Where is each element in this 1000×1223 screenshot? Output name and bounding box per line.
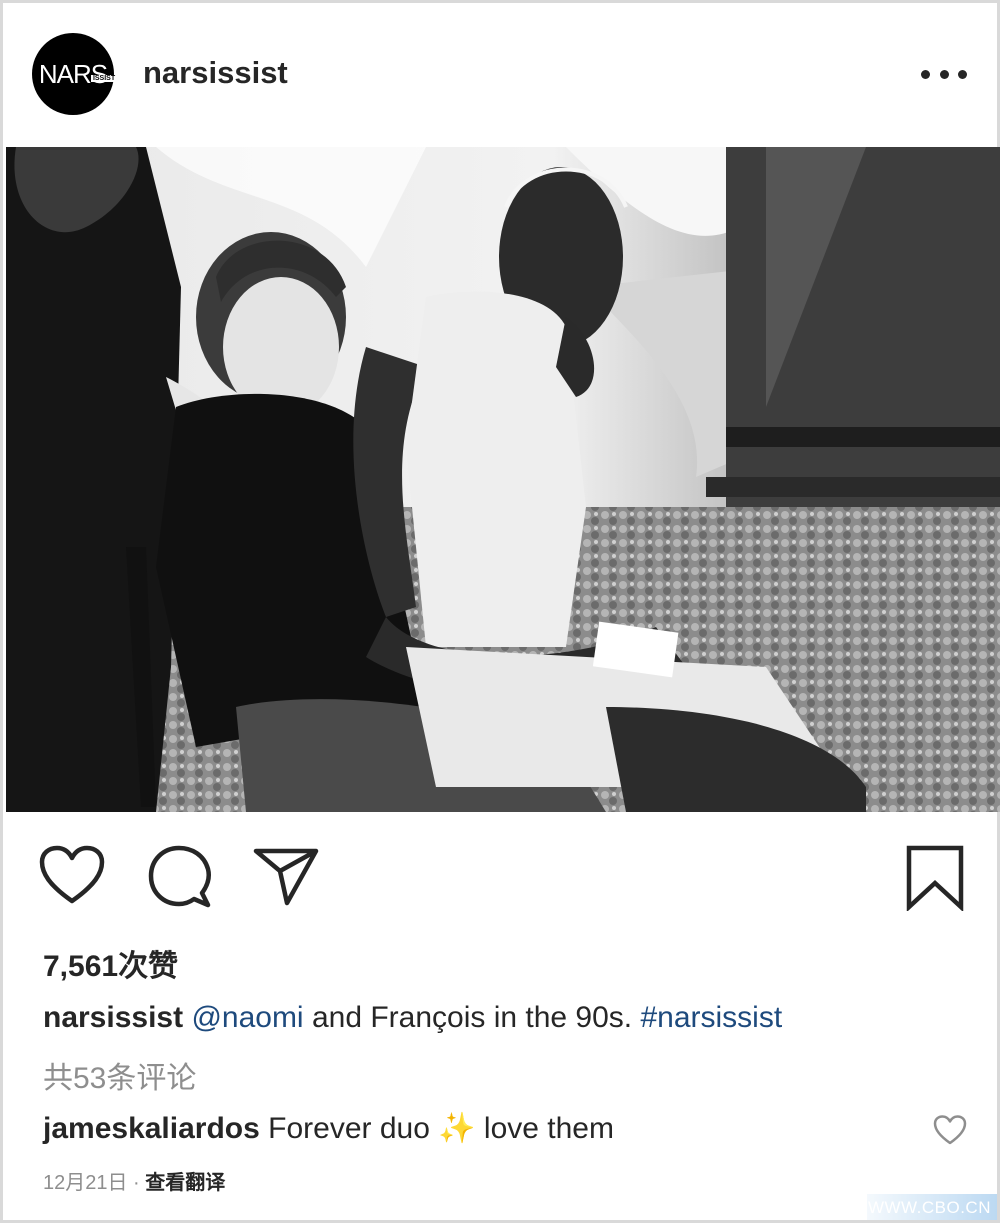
save-bookmark-icon[interactable] <box>906 845 964 916</box>
view-comments-link[interactable]: 共53条评论 <box>43 1053 196 1097</box>
likes-count[interactable]: 7,561次赞 <box>43 941 178 985</box>
comment-like-heart-icon[interactable] <box>933 1115 967 1150</box>
sparkles-emoji: ✨ <box>438 1112 476 1145</box>
see-translation-link[interactable]: 查看翻译 <box>145 1172 225 1194</box>
post-frame: NARS ISSIST narsissist 7,561次赞 narsissis… <box>0 0 1000 1223</box>
post-caption: narsissist @naomi and François in the 90… <box>43 999 983 1037</box>
post-date: 12月21日 <box>43 1172 128 1194</box>
caption-mention[interactable]: @naomi <box>191 1001 303 1034</box>
photo-illustration <box>6 147 1000 812</box>
caption-hashtag[interactable]: #narsissist <box>640 1001 782 1034</box>
comment-item: jameskaliardos Forever duo ✨ love them <box>43 1111 614 1146</box>
comment-username[interactable]: jameskaliardos <box>43 1112 260 1145</box>
meta-separator: · <box>127 1172 146 1194</box>
more-dot <box>921 69 930 79</box>
more-options-icon[interactable] <box>921 63 967 85</box>
comment-bubble-icon[interactable] <box>148 845 212 914</box>
avatar[interactable]: NARS ISSIST <box>32 33 118 115</box>
comment-text-after: love them <box>475 1112 614 1145</box>
avatar-logo: NARS ISSIST <box>38 58 118 90</box>
watermark: WWW.CBO.CN <box>867 1194 997 1220</box>
post-header: NARS ISSIST narsissist <box>3 3 1000 147</box>
caption-text: and François in the 90s. <box>303 1001 641 1034</box>
avatar-logo-sub: ISSIST <box>90 74 118 82</box>
share-paper-plane-icon[interactable] <box>253 847 319 912</box>
like-heart-icon[interactable] <box>39 845 105 910</box>
more-dot <box>958 69 967 79</box>
post-meta: 12月21日 · 查看翻译 <box>43 1166 225 1195</box>
comment-text: Forever duo <box>259 1112 439 1145</box>
post-photo[interactable] <box>6 147 1000 812</box>
post-username[interactable]: narsissist <box>143 55 288 91</box>
avatar-logo-text: NARS <box>38 58 108 89</box>
caption-username[interactable]: narsissist <box>43 1001 183 1034</box>
more-dot <box>939 69 949 79</box>
action-bar <box>3 839 1000 919</box>
